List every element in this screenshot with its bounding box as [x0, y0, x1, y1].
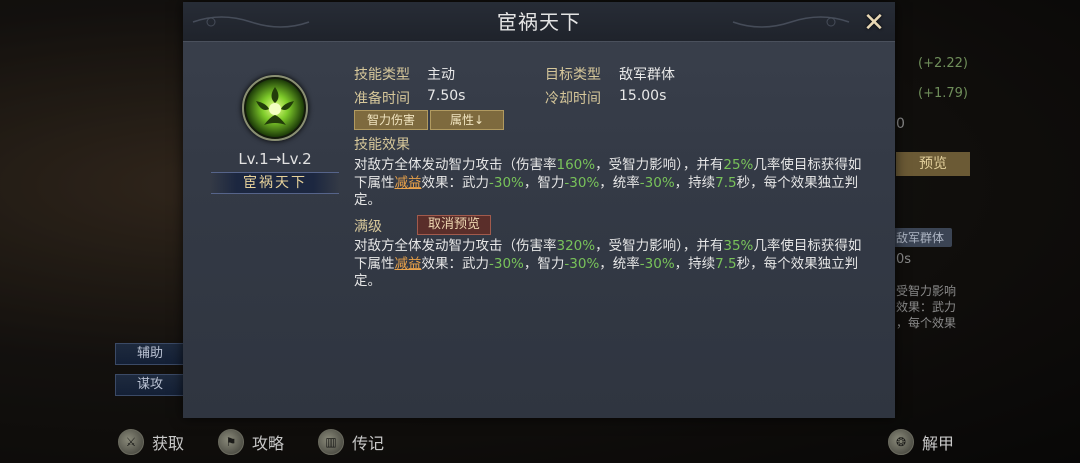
acquire-icon: ⚔: [118, 429, 144, 455]
close-icon: ✕: [863, 8, 885, 38]
prep-time-value: 7.50s: [427, 88, 466, 104]
tag-int-damage: 智力伤害: [354, 110, 428, 130]
biography-label: 传记: [352, 434, 385, 453]
modal-title: 宦祸天下: [497, 10, 581, 34]
modal-header: 宦祸天下 ✕: [183, 2, 895, 42]
biography-icon: ▥: [318, 429, 344, 455]
armor-button[interactable]: ❂ 解甲: [888, 429, 954, 455]
strategy-button[interactable]: 谋攻: [115, 374, 185, 396]
effect-label: 技能效果: [354, 137, 410, 153]
max-level-label: 满级: [354, 219, 382, 235]
assist-button[interactable]: 辅助: [115, 343, 185, 365]
effect-description: 对敌方全体发动智力攻击（伤害率160%，受智力影响），并有25%几率使目标获得如…: [354, 157, 862, 208]
bg-desc-line-1: 受智力影响: [896, 284, 957, 298]
target-type-label: 目标类型: [545, 67, 601, 83]
armor-label: 解甲: [922, 434, 955, 453]
bg-partial-value: 0: [896, 116, 905, 132]
bg-preview-button[interactable]: 预览: [896, 152, 970, 176]
bg-cooldown-partial: 0s: [896, 252, 912, 267]
skill-detail-modal: 宦祸天下 ✕ Lv.1→Lv.2 宦祸天下 技能类型 主动 目标类型 敌军群体 …: [183, 2, 895, 418]
cooldown-label: 冷却时间: [545, 91, 601, 107]
guide-icon: ⚑: [218, 429, 244, 455]
guide-label: 攻略: [252, 434, 285, 453]
skill-level-text: Lv.1→Lv.2: [238, 150, 312, 168]
max-effect-description: 对敌方全体发动智力攻击（伤害率320%，受智力影响），并有35%几率使目标获得如…: [354, 238, 862, 289]
debuff-link[interactable]: 减益: [395, 175, 422, 191]
biography-button[interactable]: ▥ 传记: [318, 429, 384, 455]
max-debuff-link[interactable]: 减益: [395, 256, 422, 272]
bg-stat-2: (+1.79): [918, 86, 968, 101]
bg-stat-1: (+2.22): [918, 56, 968, 71]
bg-desc-line-2: 效果：武力: [896, 300, 957, 314]
skill-name-banner: 宦祸天下: [211, 172, 339, 194]
cooldown-value: 15.00s: [619, 88, 667, 104]
target-type-value: 敌军群体: [619, 67, 675, 83]
skill-type-label: 技能类型: [354, 67, 410, 83]
acquire-label: 获取: [152, 434, 185, 453]
cancel-preview-button[interactable]: 取消预览: [417, 215, 491, 235]
prep-time-label: 准备时间: [354, 91, 410, 107]
guide-button[interactable]: ⚑ 攻略: [218, 429, 284, 455]
skill-emblem-icon: [242, 75, 308, 141]
acquire-button[interactable]: ⚔ 获取: [118, 429, 184, 455]
bg-desc-line-3: ，每个效果: [896, 316, 957, 330]
bottom-bar: ⚔ 获取 ⚑ 攻略 ▥ 传记 ❂ 解甲: [0, 420, 1080, 463]
skill-type-value: 主动: [427, 67, 455, 83]
tag-attr-down: 属性↓: [430, 110, 504, 130]
armor-icon: ❂: [888, 429, 914, 455]
close-button[interactable]: ✕: [859, 8, 889, 38]
bg-target-tag: 敌军群体: [888, 228, 953, 247]
